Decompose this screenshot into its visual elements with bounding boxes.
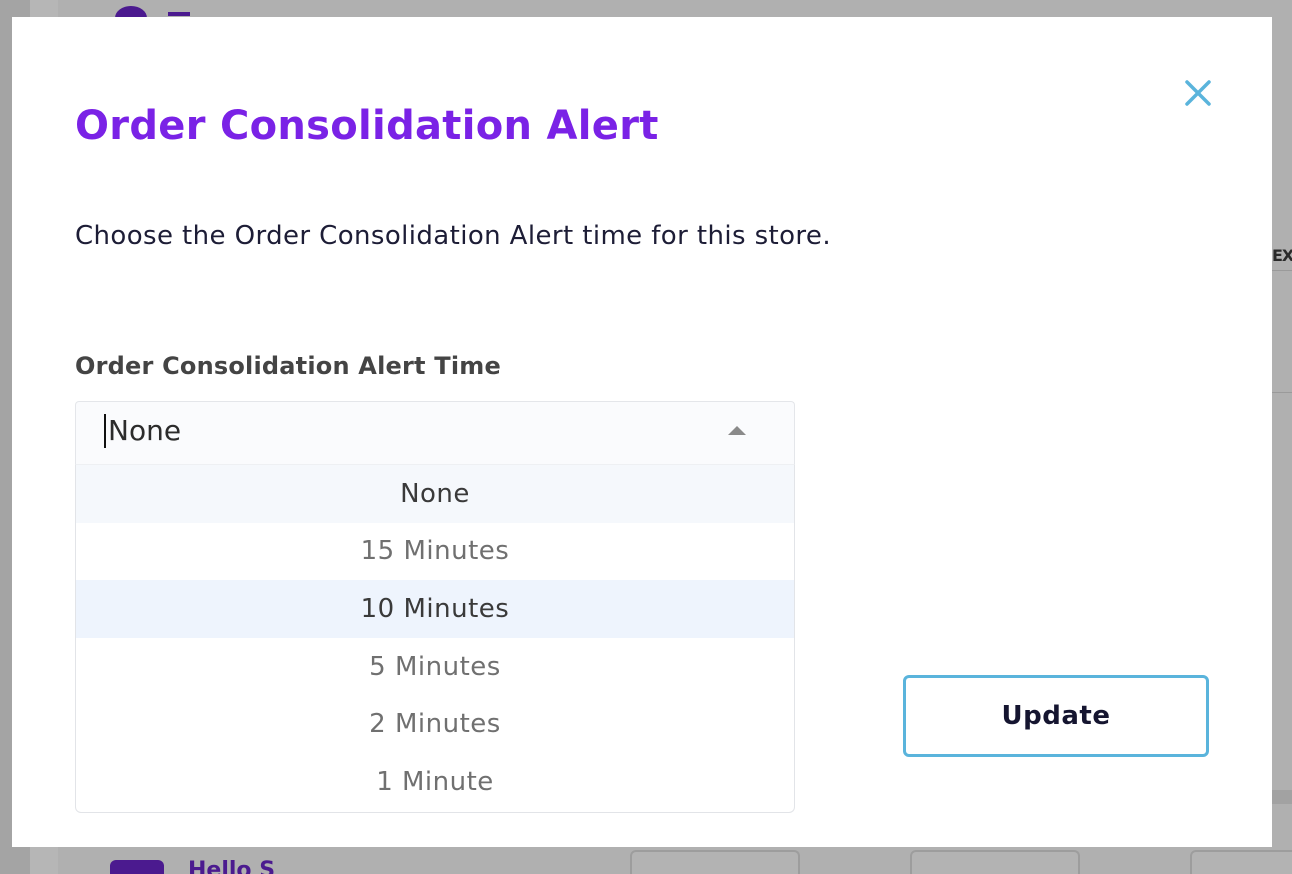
alert-time-label: Order Consolidation Alert Time xyxy=(75,352,501,380)
background-card xyxy=(910,850,1080,874)
order-consolidation-alert-modal: Order Consolidation Alert Choose the Ord… xyxy=(12,17,1272,847)
alert-time-selected-value: None xyxy=(104,414,181,448)
background-card xyxy=(630,850,800,874)
dropdown-option[interactable]: 15 Minutes xyxy=(76,523,794,581)
background-logo-mark xyxy=(168,12,190,16)
dropdown-option[interactable]: 10 Minutes xyxy=(76,580,794,638)
dropdown-option[interactable]: 2 Minutes xyxy=(76,695,794,753)
alert-time-dropdown-menu: None 15 Minutes 10 Minutes 5 Minutes 2 Minut… xyxy=(75,465,795,813)
background-greeting: Hello S xyxy=(188,858,276,874)
update-button[interactable]: Update xyxy=(903,675,1209,757)
close-button[interactable] xyxy=(1182,77,1214,109)
dropdown-option[interactable]: None xyxy=(76,465,794,523)
dropdown-option[interactable]: 1 Minute xyxy=(76,753,794,811)
alert-time-select[interactable]: None xyxy=(75,401,795,465)
caret-up-icon[interactable] xyxy=(728,426,746,435)
background-store-icon xyxy=(110,860,164,874)
background-partial-text: EXI xyxy=(1272,246,1292,265)
dropdown-option[interactable]: 5 Minutes xyxy=(76,638,794,696)
close-icon xyxy=(1185,80,1211,106)
modal-description: Choose the Order Consolidation Alert tim… xyxy=(75,221,831,251)
background-divider xyxy=(1272,392,1292,393)
modal-title: Order Consolidation Alert xyxy=(75,103,659,149)
background-divider xyxy=(1272,270,1292,271)
background-card xyxy=(1190,850,1292,874)
